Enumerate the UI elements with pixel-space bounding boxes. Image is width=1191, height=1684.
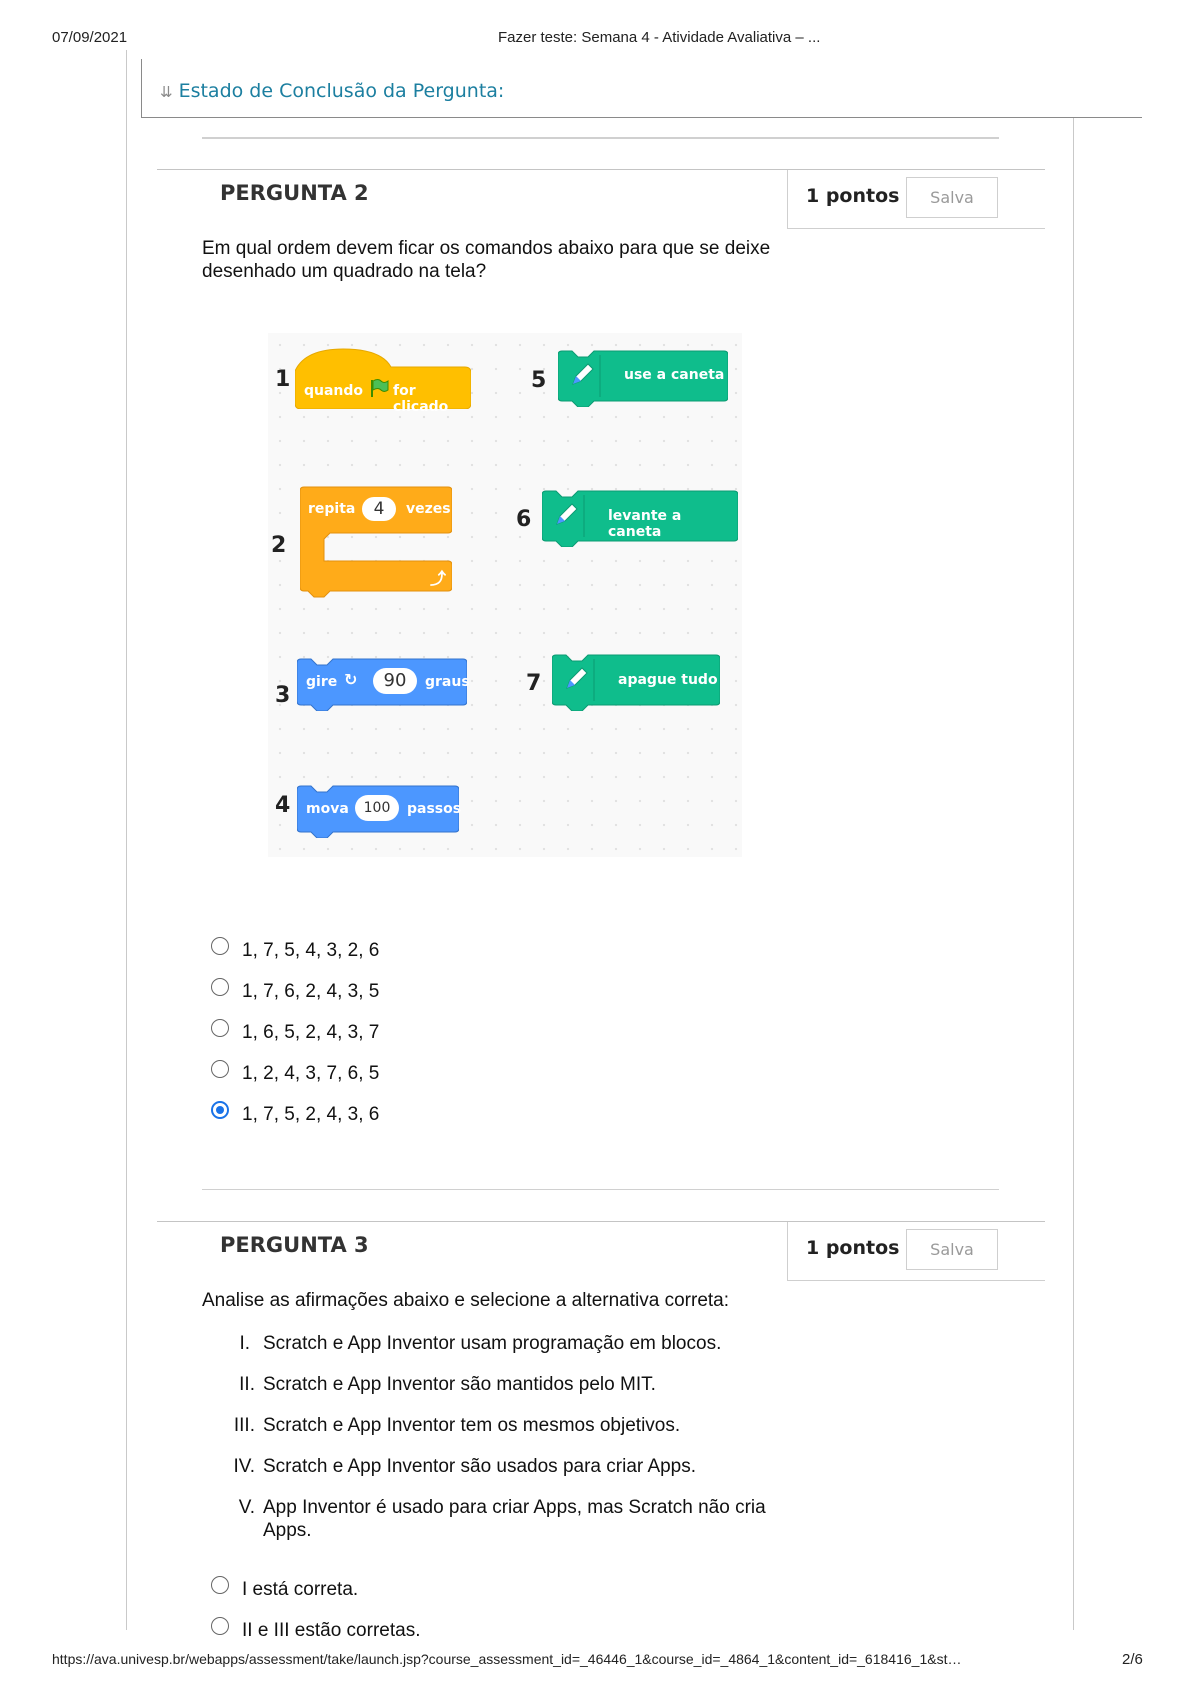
block-text: mova bbox=[306, 801, 349, 817]
completion-status-label: Estado de Conclusão da Pergunta: bbox=[178, 80, 505, 102]
statement-text: Scratch e App Inventor usam programação … bbox=[263, 1333, 722, 1354]
block-text: levante a caneta bbox=[608, 508, 682, 540]
question-2-save-status: Salva bbox=[906, 177, 998, 218]
pen-up-block: levante a caneta bbox=[542, 489, 738, 547]
block-text: graus bbox=[425, 674, 470, 690]
block-text: repita bbox=[308, 501, 356, 517]
statement-number: IV. bbox=[233, 1456, 256, 1477]
statement-number: II. bbox=[239, 1374, 255, 1395]
answer-radio[interactable] bbox=[211, 1019, 229, 1037]
answer-radio-selected[interactable] bbox=[211, 1101, 229, 1119]
content-frame-right bbox=[1073, 118, 1074, 1630]
move-block: mova 100 passos bbox=[297, 784, 462, 838]
clear-block: apague tudo bbox=[552, 653, 720, 711]
statement-text: App Inventor é usado para criar Apps, ma… bbox=[263, 1496, 766, 1542]
repeat-count-input: 4 bbox=[362, 497, 396, 521]
block-text: use a caneta bbox=[624, 367, 725, 383]
move-steps-input: 100 bbox=[355, 795, 399, 821]
answer-label[interactable]: 1, 6, 5, 2, 4, 3, 7 bbox=[242, 1022, 379, 1044]
double-chevron-down-icon: ⇊ bbox=[160, 83, 173, 101]
statement-number: III. bbox=[233, 1415, 255, 1436]
statement-text-line: Apps. bbox=[263, 1520, 312, 1541]
pen-icon bbox=[572, 363, 594, 385]
completion-status-toggle[interactable]: ⇊ Estado de Conclusão da Pergunta: bbox=[160, 80, 504, 102]
answer-label[interactable]: 1, 7, 5, 2, 4, 3, 6 bbox=[242, 1104, 379, 1126]
block-number: 4 bbox=[275, 793, 291, 818]
answer-label[interactable]: 1, 2, 4, 3, 7, 6, 5 bbox=[242, 1063, 379, 1085]
repeat-block: repita 4 vezes ⤴ bbox=[300, 485, 452, 599]
turn-degrees-input: 90 bbox=[373, 668, 417, 694]
block-text: gire bbox=[306, 674, 338, 690]
statement-text: Scratch e App Inventor tem os mesmos obj… bbox=[263, 1415, 681, 1436]
answer-label[interactable]: 1, 7, 6, 2, 4, 3, 5 bbox=[242, 981, 379, 1003]
green-flag-icon bbox=[371, 379, 389, 397]
question-2-title: PERGUNTA 2 bbox=[220, 181, 369, 205]
question-3-title: PERGUNTA 3 bbox=[220, 1233, 369, 1257]
answer-radio[interactable] bbox=[211, 937, 229, 955]
statement-number: V. bbox=[238, 1497, 255, 1518]
pen-icon bbox=[556, 503, 578, 525]
divider bbox=[202, 1189, 999, 1190]
content-frame-left bbox=[126, 50, 127, 1630]
answer-radio[interactable] bbox=[211, 978, 229, 996]
question-3-save-status: Salva bbox=[906, 1229, 998, 1270]
question-3-points: 1 pontos bbox=[806, 1237, 900, 1259]
statement-text: Scratch e App Inventor são usados para c… bbox=[263, 1456, 697, 1477]
rotate-clockwise-icon: ↻ bbox=[344, 670, 358, 689]
when-flag-clicked-block: quando for clicado bbox=[295, 347, 471, 415]
print-date: 07/09/2021 bbox=[52, 29, 128, 46]
block-number: 7 bbox=[526, 671, 542, 696]
block-number: 2 bbox=[271, 533, 287, 558]
loop-arrow-icon: ⤴ bbox=[430, 569, 447, 588]
question-2-points: 1 pontos bbox=[806, 185, 900, 207]
block-number: 6 bbox=[516, 507, 532, 532]
question-2-text: Em qual ordem devem ficar os comandos ab… bbox=[202, 237, 770, 283]
print-page-number: 2/6 bbox=[1122, 1651, 1143, 1668]
answer-label[interactable]: II e III estão corretas. bbox=[242, 1620, 420, 1642]
question-2-text-line: Em qual ordem devem ficar os comandos ab… bbox=[202, 238, 771, 259]
answer-radio[interactable] bbox=[211, 1576, 229, 1594]
statement-text: Scratch e App Inventor são mantidos pelo… bbox=[263, 1374, 656, 1395]
turn-block: gire ↻ 90 graus bbox=[297, 657, 470, 711]
block-text: vezes bbox=[406, 501, 451, 517]
print-url: https://ava.univesp.br/webapps/assessmen… bbox=[52, 1651, 962, 1667]
question-2-text-line: desenhado um quadrado na tela? bbox=[202, 261, 487, 282]
scratch-blocks-figure: 1 quando for clicado 2 repita 4 vezes ⤴ … bbox=[268, 333, 742, 857]
block-text: passos bbox=[407, 801, 462, 817]
block-number: 1 bbox=[275, 367, 291, 392]
answer-label[interactable]: 1, 7, 5, 4, 3, 2, 6 bbox=[242, 940, 379, 962]
pen-down-block: use a caneta bbox=[558, 349, 728, 407]
answer-radio[interactable] bbox=[211, 1060, 229, 1078]
print-page-title: Fazer teste: Semana 4 - Atividade Avalia… bbox=[498, 29, 821, 46]
block-text: apague tudo bbox=[618, 672, 718, 688]
divider bbox=[202, 137, 999, 139]
answer-radio[interactable] bbox=[211, 1617, 229, 1635]
question-3-text: Analise as afirmações abaixo e selecione… bbox=[202, 1290, 730, 1311]
block-number: 5 bbox=[531, 368, 547, 393]
block-text: for clicado bbox=[393, 383, 449, 415]
block-text: quando bbox=[304, 383, 364, 399]
block-number: 3 bbox=[275, 683, 291, 708]
statement-number: I. bbox=[239, 1333, 250, 1354]
answer-label[interactable]: I está correta. bbox=[242, 1579, 358, 1601]
pen-icon bbox=[566, 667, 588, 689]
statement-text-line: App Inventor é usado para criar Apps, ma… bbox=[263, 1497, 766, 1518]
